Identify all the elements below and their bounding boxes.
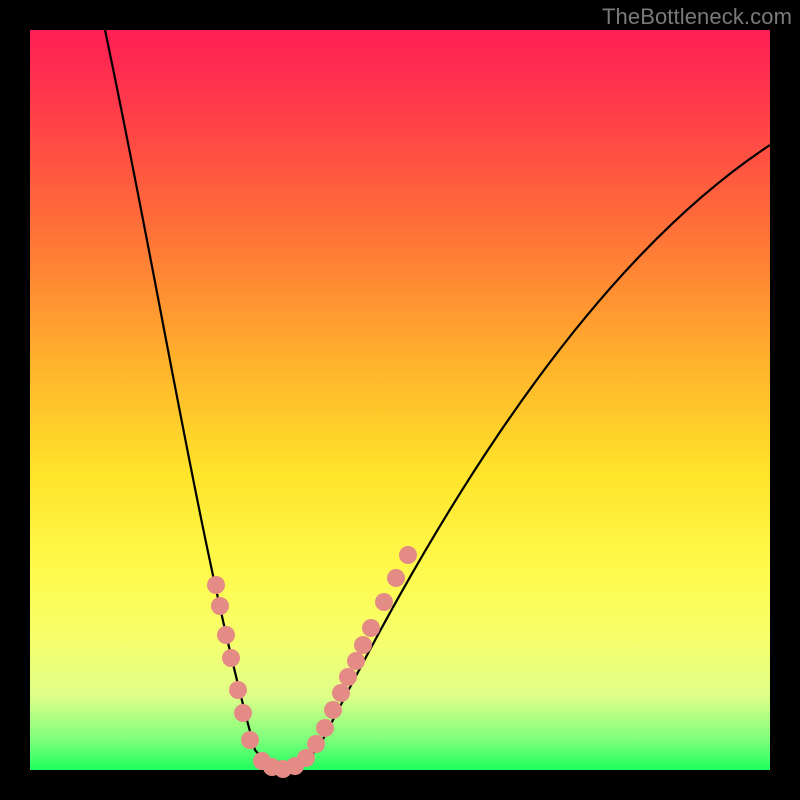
watermark-text: TheBottleneck.com xyxy=(602,4,792,30)
dot-layer xyxy=(207,546,417,778)
plot-area xyxy=(30,30,770,770)
data-dot xyxy=(222,649,240,667)
data-dot xyxy=(387,569,405,587)
data-dot xyxy=(241,731,259,749)
data-dot xyxy=(234,704,252,722)
data-dot xyxy=(362,619,380,637)
data-dot xyxy=(375,593,393,611)
data-dot xyxy=(339,668,357,686)
data-dot xyxy=(354,636,372,654)
curve-svg xyxy=(30,30,770,770)
data-dot xyxy=(399,546,417,564)
bottleneck-chart: TheBottleneck.com xyxy=(0,0,800,800)
data-dot xyxy=(207,576,225,594)
data-dot xyxy=(316,719,334,737)
bottleneck-curve xyxy=(105,30,770,768)
data-dot xyxy=(217,626,235,644)
data-dot xyxy=(211,597,229,615)
data-dot xyxy=(332,684,350,702)
data-dot xyxy=(324,701,342,719)
data-dot xyxy=(307,735,325,753)
data-dot xyxy=(229,681,247,699)
data-dot xyxy=(347,652,365,670)
